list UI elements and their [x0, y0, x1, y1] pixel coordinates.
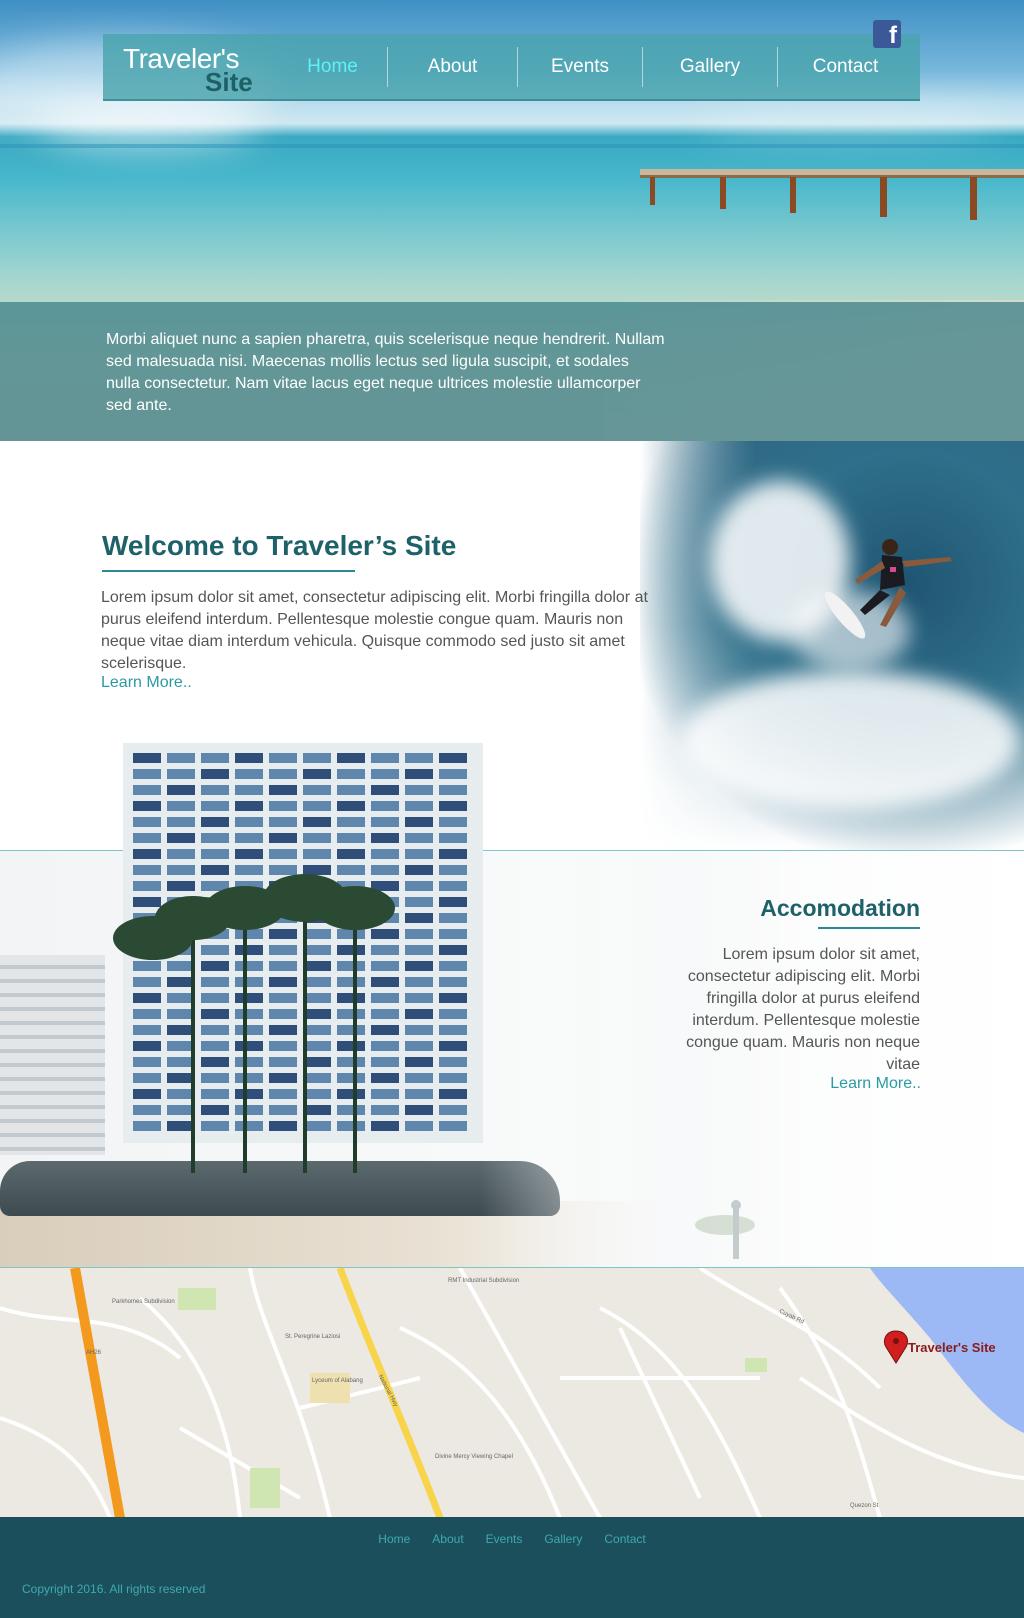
accomodation-learn-more-link[interactable]: Learn More..	[830, 1075, 921, 1093]
map-pin-icon[interactable]	[883, 1330, 909, 1364]
accomodation-title: Accomodation	[760, 895, 920, 921]
nav-events[interactable]: Events	[518, 47, 643, 87]
footer-nav-home[interactable]: Home	[378, 1532, 410, 1546]
hero-banner: Traveler's Site Home About Events Gallery Co…	[0, 0, 1024, 441]
welcome-title: Welcome to Traveler’s Site	[102, 530, 457, 561]
footer-nav-gallery[interactable]: Gallery	[544, 1532, 582, 1546]
nav-gallery[interactable]: Gallery	[643, 47, 778, 87]
welcome-learn-more-link[interactable]: Learn More..	[101, 674, 192, 692]
map-label-lyceum: Lyceum of Alabang	[312, 1378, 363, 1384]
footer-nav: Home About Events Gallery Contact	[0, 1532, 1024, 1546]
nav-about[interactable]: About	[388, 47, 518, 87]
facebook-icon[interactable]: f	[873, 20, 901, 48]
copyright-text: Copyright 2016. All rights reserved	[22, 1582, 206, 1596]
map-pin-label: Traveler's Site	[908, 1340, 996, 1355]
footer-nav-contact[interactable]: Contact	[604, 1532, 645, 1546]
accomodation-underline	[818, 927, 920, 929]
map-label-ah26: AH26	[86, 1350, 102, 1356]
welcome-underline	[102, 570, 355, 572]
accomodation-text: Lorem ipsum dolor sit amet, consectetur …	[686, 946, 920, 1073]
map-label-parkhomes: Parkhomes Subdivision	[112, 1299, 175, 1305]
map-roads	[0, 1268, 1024, 1517]
welcome-text: Lorem ipsum dolor sit amet, consectetur …	[101, 589, 648, 672]
footer-nav-events[interactable]: Events	[486, 1532, 523, 1546]
side-building-image	[0, 955, 105, 1155]
site-logo[interactable]: Traveler's Site	[123, 43, 253, 97]
hotel-tower-image	[113, 743, 483, 1173]
pier-image	[640, 169, 1024, 220]
nav-contact[interactable]: Contact	[778, 47, 913, 87]
map-label-peregrine: St. Peregrine Laziosi	[285, 1334, 341, 1340]
nav-menu: Home About Events Gallery Contact	[278, 47, 913, 87]
nav-home[interactable]: Home	[278, 47, 388, 87]
footer-nav-about[interactable]: About	[432, 1532, 463, 1546]
map-label-rmt: RMT Industrial Subdivision	[448, 1278, 520, 1284]
surfer-figure	[824, 539, 952, 639]
map-label-quezon: Quezon St	[850, 1503, 879, 1509]
logo-text-2: Site	[205, 67, 253, 97]
map-label-divine-mercy: Divine Mercy Viewing Chapel	[435, 1454, 513, 1460]
page: Traveler's Site Home About Events Gallery Co…	[0, 0, 1024, 1618]
location-map[interactable]: Parkhomes Subdivision RMT Industrial Sub…	[0, 1267, 1024, 1517]
hero-text: Morbi aliquet nunc a sapien pharetra, qu…	[106, 331, 665, 414]
beach-surfer-figure	[695, 1200, 755, 1259]
top-nav: Traveler's Site Home About Events Gallery Co…	[103, 34, 920, 101]
